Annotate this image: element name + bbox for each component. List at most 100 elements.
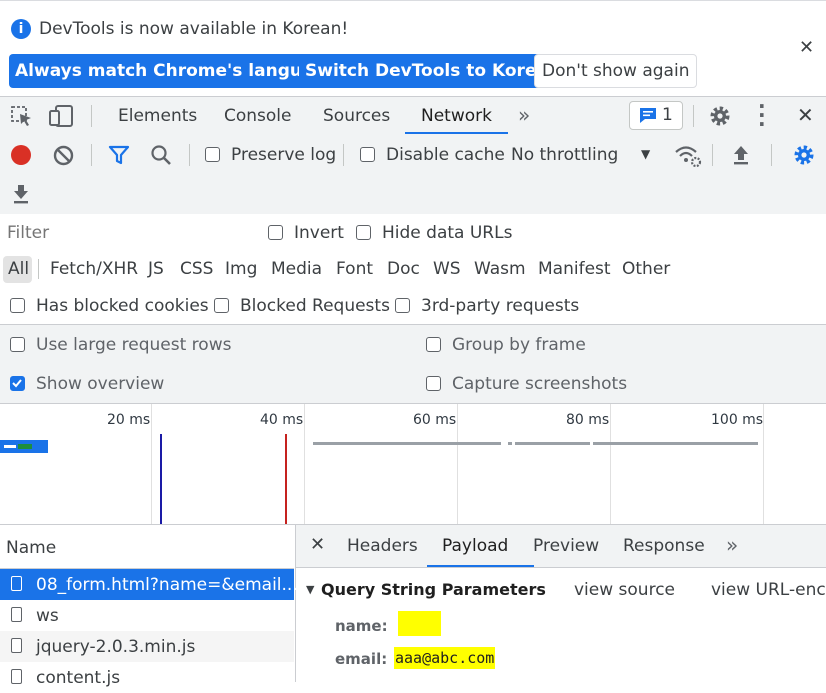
active-detail-tab-indicator	[427, 565, 534, 567]
more-tabs-icon[interactable]: »	[518, 103, 530, 127]
blocked-requests-checkbox[interactable]	[214, 298, 229, 313]
request-bar	[313, 442, 501, 445]
triangle-down-icon[interactable]: ▼	[306, 583, 314, 596]
throttling-select[interactable]: No throttling	[511, 145, 618, 165]
import-har-icon[interactable]	[731, 144, 751, 166]
toolbar-separator-4	[712, 144, 713, 166]
request-bar-segment	[4, 445, 16, 448]
info-icon: i	[11, 19, 31, 39]
tabbar-separator-2	[693, 105, 694, 127]
param-value-email: aaa@abc.com	[394, 647, 496, 669]
table-row[interactable]: content.js	[0, 662, 294, 693]
type-filter-manifest[interactable]: Manifest	[538, 259, 611, 279]
hide-data-urls-label: Hide data URLs	[382, 223, 513, 243]
close-devtools-icon[interactable]: ✕	[797, 103, 814, 127]
toolbar-separator-5	[771, 144, 772, 166]
name-column-header[interactable]: Name	[6, 538, 56, 558]
tab-console[interactable]: Console	[224, 106, 292, 126]
query-string-section-title[interactable]: Query String Parameters	[321, 580, 546, 599]
tab-sources[interactable]: Sources	[323, 106, 390, 126]
preserve-log-label: Preserve log	[231, 145, 337, 165]
type-filter-separator	[38, 259, 39, 279]
request-bar-segment	[18, 444, 32, 449]
third-party-requests-checkbox[interactable]	[395, 298, 410, 313]
request-name: ws	[36, 606, 59, 626]
request-detail-pane: ✕ Headers Payload Preview Response » ▼ Q…	[296, 525, 826, 682]
network-conditions-icon[interactable]	[674, 144, 702, 168]
chevron-down-icon[interactable]: ▼	[641, 147, 650, 161]
tab-response[interactable]: Response	[623, 536, 705, 556]
toolbar-separator	[91, 144, 92, 166]
toolbar-separator-2	[189, 144, 190, 166]
device-toolbar-icon[interactable]	[48, 104, 76, 128]
document-icon	[11, 576, 22, 591]
show-overview-label: Show overview	[36, 374, 165, 394]
tick-label: 40 ms	[260, 412, 304, 428]
more-options-icon[interactable]: · · ·	[758, 96, 766, 134]
always-match-language-button[interactable]: Always match Chrome's language	[9, 54, 344, 88]
dont-show-again-button[interactable]: Don't show again	[534, 54, 698, 88]
record-icon[interactable]	[11, 145, 31, 165]
tabbar-separator	[91, 105, 92, 127]
type-filter-fetch-xhr[interactable]: Fetch/XHR	[50, 259, 138, 279]
filter-input[interactable]	[3, 219, 247, 246]
tick-label: 80 ms	[566, 412, 610, 428]
type-filter-font[interactable]: Font	[336, 259, 373, 279]
tab-headers[interactable]: Headers	[347, 536, 418, 556]
type-filter-css[interactable]: CSS	[180, 259, 213, 279]
tab-network[interactable]: Network	[421, 106, 492, 126]
view-url-encoded-link[interactable]: view URL-enco	[711, 580, 826, 600]
type-filter-js[interactable]: JS	[148, 259, 164, 279]
type-filter-media[interactable]: Media	[271, 259, 322, 279]
checkmark-icon	[12, 379, 22, 388]
close-detail-icon[interactable]: ✕	[310, 534, 325, 555]
param-key-name: name:	[335, 617, 388, 635]
clear-icon[interactable]	[53, 145, 74, 166]
export-har-icon[interactable]	[11, 183, 31, 205]
inspect-element-icon[interactable]	[10, 105, 34, 127]
tab-payload[interactable]: Payload	[442, 536, 508, 556]
network-settings-panel: Use large request rows Group by frame Sh…	[0, 325, 826, 404]
tick-label: 100 ms	[711, 412, 764, 428]
close-infobar-icon[interactable]: ✕	[799, 37, 814, 58]
view-source-link[interactable]: view source	[574, 580, 675, 600]
type-filter-all[interactable]: All	[8, 259, 29, 279]
network-overview[interactable]: 20 ms 40 ms 60 ms 80 ms 100 ms	[0, 404, 826, 525]
table-row[interactable]: 08_form.html?name=&email...	[0, 569, 298, 600]
infobar-message: DevTools is now available in Korean!	[39, 19, 349, 39]
type-filter-ws[interactable]: WS	[433, 259, 461, 279]
filter-icon[interactable]	[108, 145, 130, 165]
request-name: jquery-2.0.3.min.js	[36, 637, 196, 657]
table-row[interactable]: jquery-2.0.3.min.js	[0, 631, 294, 662]
active-tab-indicator	[405, 132, 508, 134]
switch-to-korean-button[interactable]: Switch DevTools to Korean	[299, 54, 567, 88]
language-infobar: i DevTools is now available in Korean! A…	[0, 0, 826, 97]
large-rows-checkbox[interactable]	[10, 337, 25, 352]
has-blocked-cookies-label: Has blocked cookies	[36, 296, 209, 316]
type-filter-wasm[interactable]: Wasm	[474, 259, 526, 279]
type-filter-img[interactable]: Img	[225, 259, 257, 279]
devtools-tabbar: Elements Console Sources Network » 1 · · ·…	[0, 96, 826, 136]
message-icon	[640, 108, 656, 123]
has-blocked-cookies-checkbox[interactable]	[10, 298, 25, 313]
group-by-frame-checkbox[interactable]	[426, 337, 441, 352]
blocked-requests-label: Blocked Requests	[240, 296, 390, 316]
more-detail-tabs-icon[interactable]: »	[726, 533, 738, 557]
network-settings-gear-icon[interactable]	[792, 143, 816, 167]
type-filter-doc[interactable]: Doc	[387, 259, 420, 279]
invert-checkbox[interactable]	[268, 225, 283, 240]
tab-elements[interactable]: Elements	[118, 106, 197, 126]
tab-preview[interactable]: Preview	[533, 536, 599, 556]
capture-screenshots-checkbox[interactable]	[426, 376, 441, 391]
table-row[interactable]: ws	[0, 600, 294, 631]
issues-counter-button[interactable]: 1	[629, 101, 683, 130]
settings-gear-icon[interactable]	[708, 104, 732, 128]
type-filter-other[interactable]: Other	[622, 259, 670, 279]
preserve-log-checkbox[interactable]	[205, 147, 220, 162]
hide-data-urls-checkbox[interactable]	[356, 225, 371, 240]
param-key-email: email:	[335, 650, 388, 668]
request-name: 08_form.html?name=&email...	[36, 575, 298, 595]
disable-cache-checkbox[interactable]	[360, 147, 375, 162]
show-overview-checkbox[interactable]	[10, 376, 25, 391]
search-icon[interactable]	[150, 144, 172, 166]
